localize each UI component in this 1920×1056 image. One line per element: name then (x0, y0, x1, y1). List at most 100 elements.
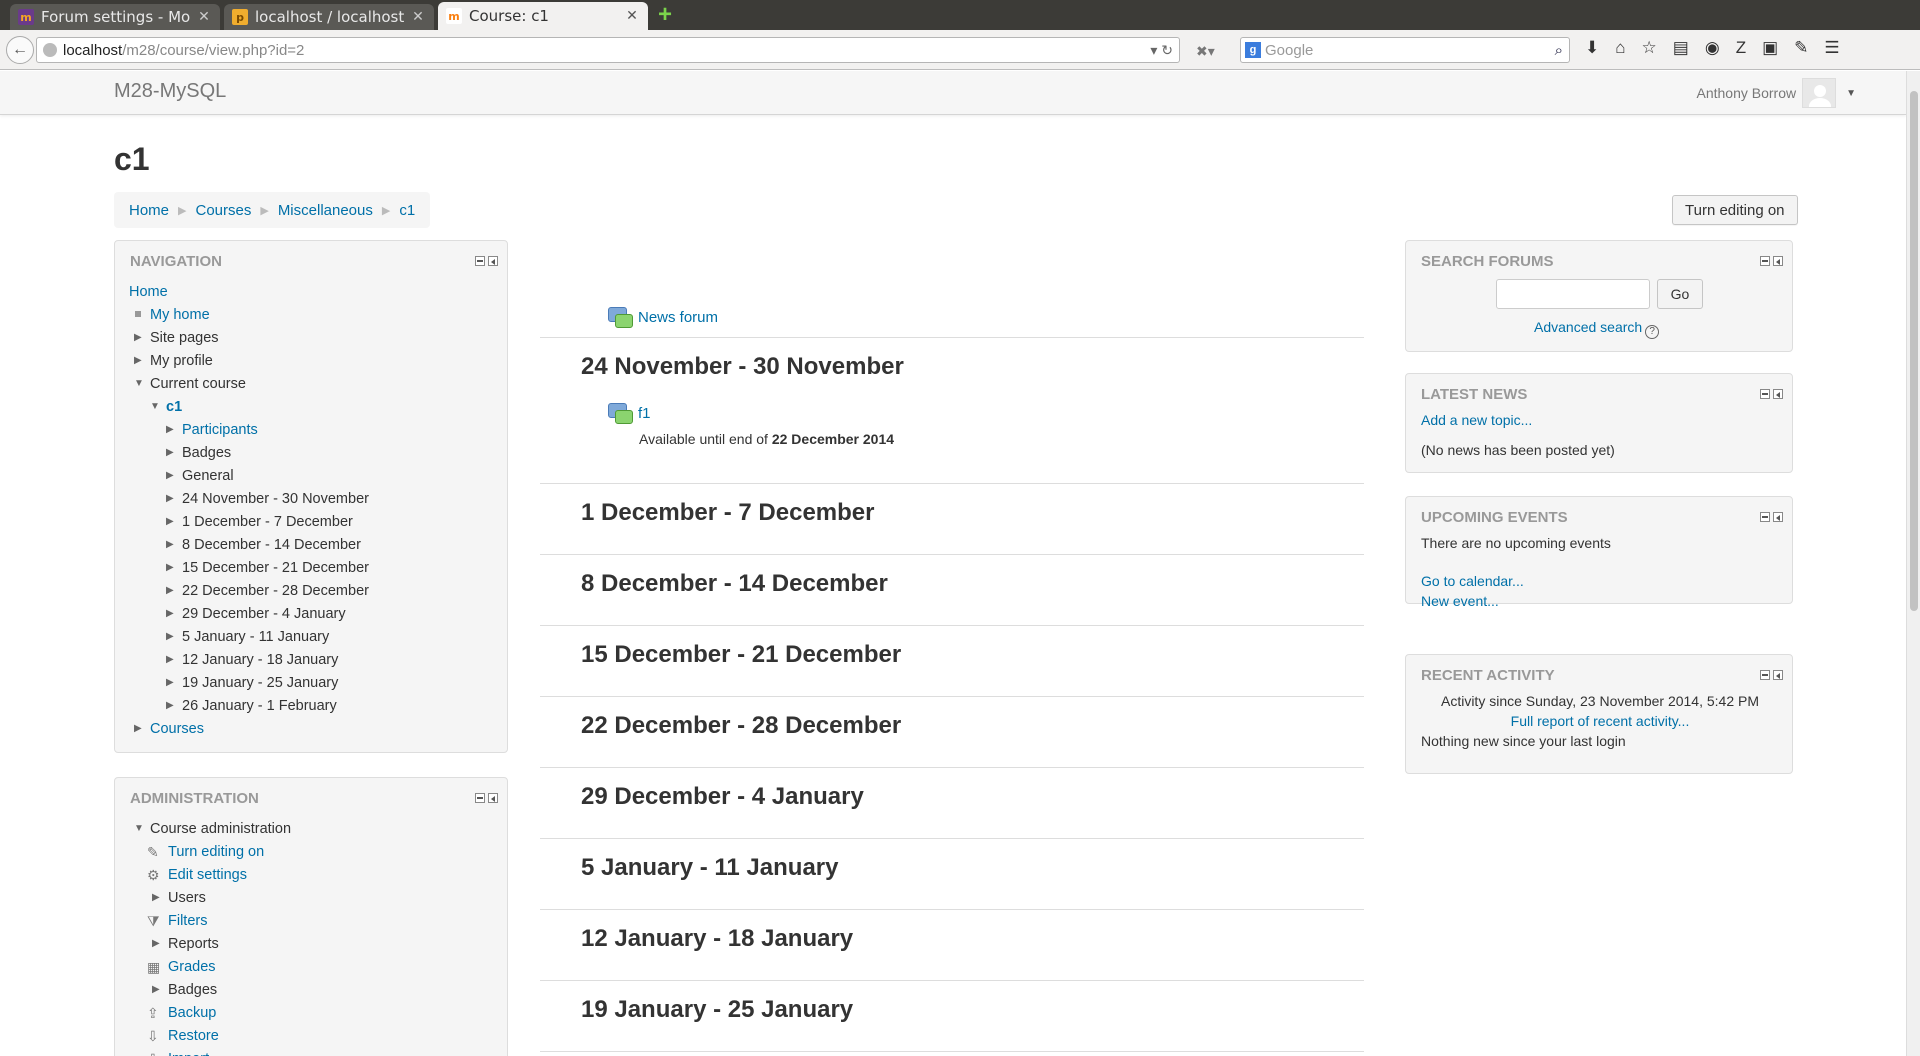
tree-link[interactable]: Restore (168, 1028, 219, 1044)
tree-item-22-december-28-december[interactable]: ▶ 22 December - 28 December (166, 580, 369, 602)
tree-link[interactable]: Import (168, 1051, 209, 1056)
minimize-icon[interactable] (1760, 670, 1770, 680)
minimize-icon[interactable] (1760, 389, 1770, 399)
back-arrow-icon[interactable]: ← (6, 35, 34, 64)
site-name[interactable]: M28-MySQL (114, 80, 226, 103)
browser-tab-active[interactable]: m Course: c1 ✕ (438, 2, 648, 30)
go-to-calendar-link[interactable]: Go to calendar... (1421, 573, 1524, 589)
tree-item-my-profile[interactable]: ▶ My profile (134, 350, 213, 372)
collapsed-arrow-icon[interactable]: ▶ (152, 887, 160, 909)
browser-tab[interactable]: p localhost / localhost / … ✕ (224, 4, 434, 30)
expanded-arrow-icon[interactable]: ▼ (150, 396, 160, 418)
dock-icon[interactable] (1773, 512, 1783, 522)
tree-item-site-pages[interactable]: ▶ Site pages (134, 327, 219, 349)
user-menu[interactable]: Anthony Borrow ▼ (1696, 78, 1856, 108)
collapsed-arrow-icon[interactable]: ▶ (166, 488, 174, 510)
minimize-icon[interactable] (475, 793, 485, 803)
extension-icon[interactable]: ✎ (1794, 38, 1808, 58)
tree-link[interactable]: Grades (168, 959, 216, 975)
full-report-link[interactable]: Full report of recent activity... (1511, 713, 1690, 729)
go-button[interactable]: Go (1657, 279, 1703, 309)
search-forums-input[interactable] (1496, 279, 1650, 309)
tree-link[interactable]: Backup (168, 1005, 216, 1021)
tree-item-8-december-14-december[interactable]: ▶ 8 December - 14 December (166, 534, 361, 556)
home-icon[interactable]: ⌂ (1615, 38, 1625, 58)
collapsed-arrow-icon[interactable]: ▶ (166, 626, 174, 648)
collapsed-arrow-icon[interactable]: ▶ (166, 557, 174, 579)
tree-item-current-course[interactable]: ▼ Current course (134, 373, 246, 395)
reload-icon[interactable]: ▾ ↻ (1150, 42, 1173, 59)
extension-icon[interactable]: ▣ (1762, 38, 1778, 58)
collapsed-arrow-icon[interactable]: ▶ (166, 419, 174, 441)
news-forum-activity[interactable]: News forum (608, 307, 718, 328)
tree-item-c1[interactable]: ▼ c1 (150, 396, 182, 418)
tree-item-24-november-30-november[interactable]: ▶ 24 November - 30 November (166, 488, 369, 510)
help-icon[interactable]: ? (1645, 325, 1660, 339)
add-new-topic-link[interactable]: Add a new topic... (1421, 412, 1532, 428)
tree-item-badges[interactable]: ▶ Badges (166, 442, 231, 464)
tree-item-participants[interactable]: ▶ Participants (166, 419, 258, 441)
download-icon[interactable]: ⬇ (1585, 38, 1599, 58)
tree-item-import[interactable]: ⇩ Import (147, 1048, 209, 1056)
close-tab-icon[interactable]: ✕ (196, 9, 212, 25)
scrollbar-thumb[interactable] (1910, 91, 1918, 611)
chevron-down-icon[interactable]: ▼ (1846, 88, 1856, 99)
collapsed-arrow-icon[interactable]: ▶ (166, 649, 174, 671)
collapsed-arrow-icon[interactable]: ▶ (166, 603, 174, 625)
expanded-arrow-icon[interactable]: ▼ (134, 373, 144, 395)
user-name[interactable]: Anthony Borrow (1696, 85, 1796, 101)
avatar[interactable] (1802, 78, 1837, 108)
minimize-icon[interactable] (475, 256, 485, 266)
tree-link[interactable]: Filters (168, 913, 207, 929)
minimize-icon[interactable] (1760, 512, 1770, 522)
tree-link[interactable]: Courses (150, 721, 204, 737)
extension-icon[interactable]: ◉ (1705, 38, 1720, 58)
collapsed-arrow-icon[interactable]: ▶ (134, 718, 142, 740)
reading-list-icon[interactable]: ▤ (1673, 38, 1689, 58)
forum-activity[interactable]: f1 (608, 403, 651, 424)
new-event-link[interactable]: New event... (1421, 593, 1499, 609)
collapsed-arrow-icon[interactable]: ▶ (134, 350, 142, 372)
breadcrumb-link[interactable]: Miscellaneous (278, 202, 373, 219)
tree-item-15-december-21-december[interactable]: ▶ 15 December - 21 December (166, 557, 369, 579)
tree-link[interactable]: Edit settings (168, 867, 247, 883)
collapsed-arrow-icon[interactable]: ▶ (166, 580, 174, 602)
search-input[interactable]: g Google ⌕ (1240, 37, 1570, 63)
collapsed-arrow-icon[interactable]: ▶ (166, 465, 174, 487)
dock-icon[interactable] (1773, 670, 1783, 680)
tree-item-19-january-25-january[interactable]: ▶ 19 January - 25 January (166, 672, 338, 694)
addon-icon[interactable]: ✖▾ (1196, 43, 1215, 60)
tree-item-edit-settings[interactable]: ⚙ Edit settings (147, 864, 247, 886)
collapsed-arrow-icon[interactable]: ▶ (166, 442, 174, 464)
search-icon[interactable]: ⌕ (1555, 42, 1563, 59)
tree-item-1-december-7-december[interactable]: ▶ 1 December - 7 December (166, 511, 353, 533)
dock-icon[interactable] (1773, 389, 1783, 399)
close-tab-icon[interactable]: ✕ (410, 9, 426, 25)
tree-item-grades[interactable]: ▦ Grades (147, 956, 216, 978)
browser-tab[interactable]: m Forum settings - Moo… ✕ (10, 4, 220, 30)
dock-icon[interactable] (488, 256, 498, 266)
tree-link[interactable]: Home (129, 284, 168, 300)
tree-item-badges[interactable]: ▶ Badges (152, 979, 217, 1001)
tree-item-general[interactable]: ▶ General (166, 465, 234, 487)
collapsed-arrow-icon[interactable]: ▶ (166, 672, 174, 694)
menu-icon[interactable]: ☰ (1824, 38, 1839, 58)
breadcrumb-link[interactable]: Home (129, 202, 169, 219)
close-tab-icon[interactable]: ✕ (624, 8, 640, 24)
bookmark-star-icon[interactable]: ☆ (1642, 38, 1657, 58)
news-forum-link[interactable]: News forum (638, 309, 718, 326)
tree-item-my-home[interactable]: My home (135, 304, 210, 326)
tree-item-turn-editing-on[interactable]: ✎ Turn editing on (147, 841, 264, 863)
forum-link[interactable]: f1 (638, 405, 651, 422)
collapsed-arrow-icon[interactable]: ▶ (134, 327, 142, 349)
tree-link[interactable]: Participants (182, 422, 258, 438)
collapsed-arrow-icon[interactable]: ▶ (166, 695, 174, 717)
tree-item-users[interactable]: ▶ Users (152, 887, 206, 909)
tree-item-course-administration[interactable]: ▼ Course administration (134, 818, 291, 840)
tree-item-home[interactable]: Home (129, 281, 168, 303)
tree-item-29-december-4-january[interactable]: ▶ 29 December - 4 January (166, 603, 346, 625)
tree-item-restore[interactable]: ⇩ Restore (147, 1025, 219, 1047)
tree-item-5-january-11-january[interactable]: ▶ 5 January - 11 January (166, 626, 329, 648)
tree-item-courses[interactable]: ▶ Courses (134, 718, 204, 740)
collapsed-arrow-icon[interactable]: ▶ (152, 933, 160, 955)
